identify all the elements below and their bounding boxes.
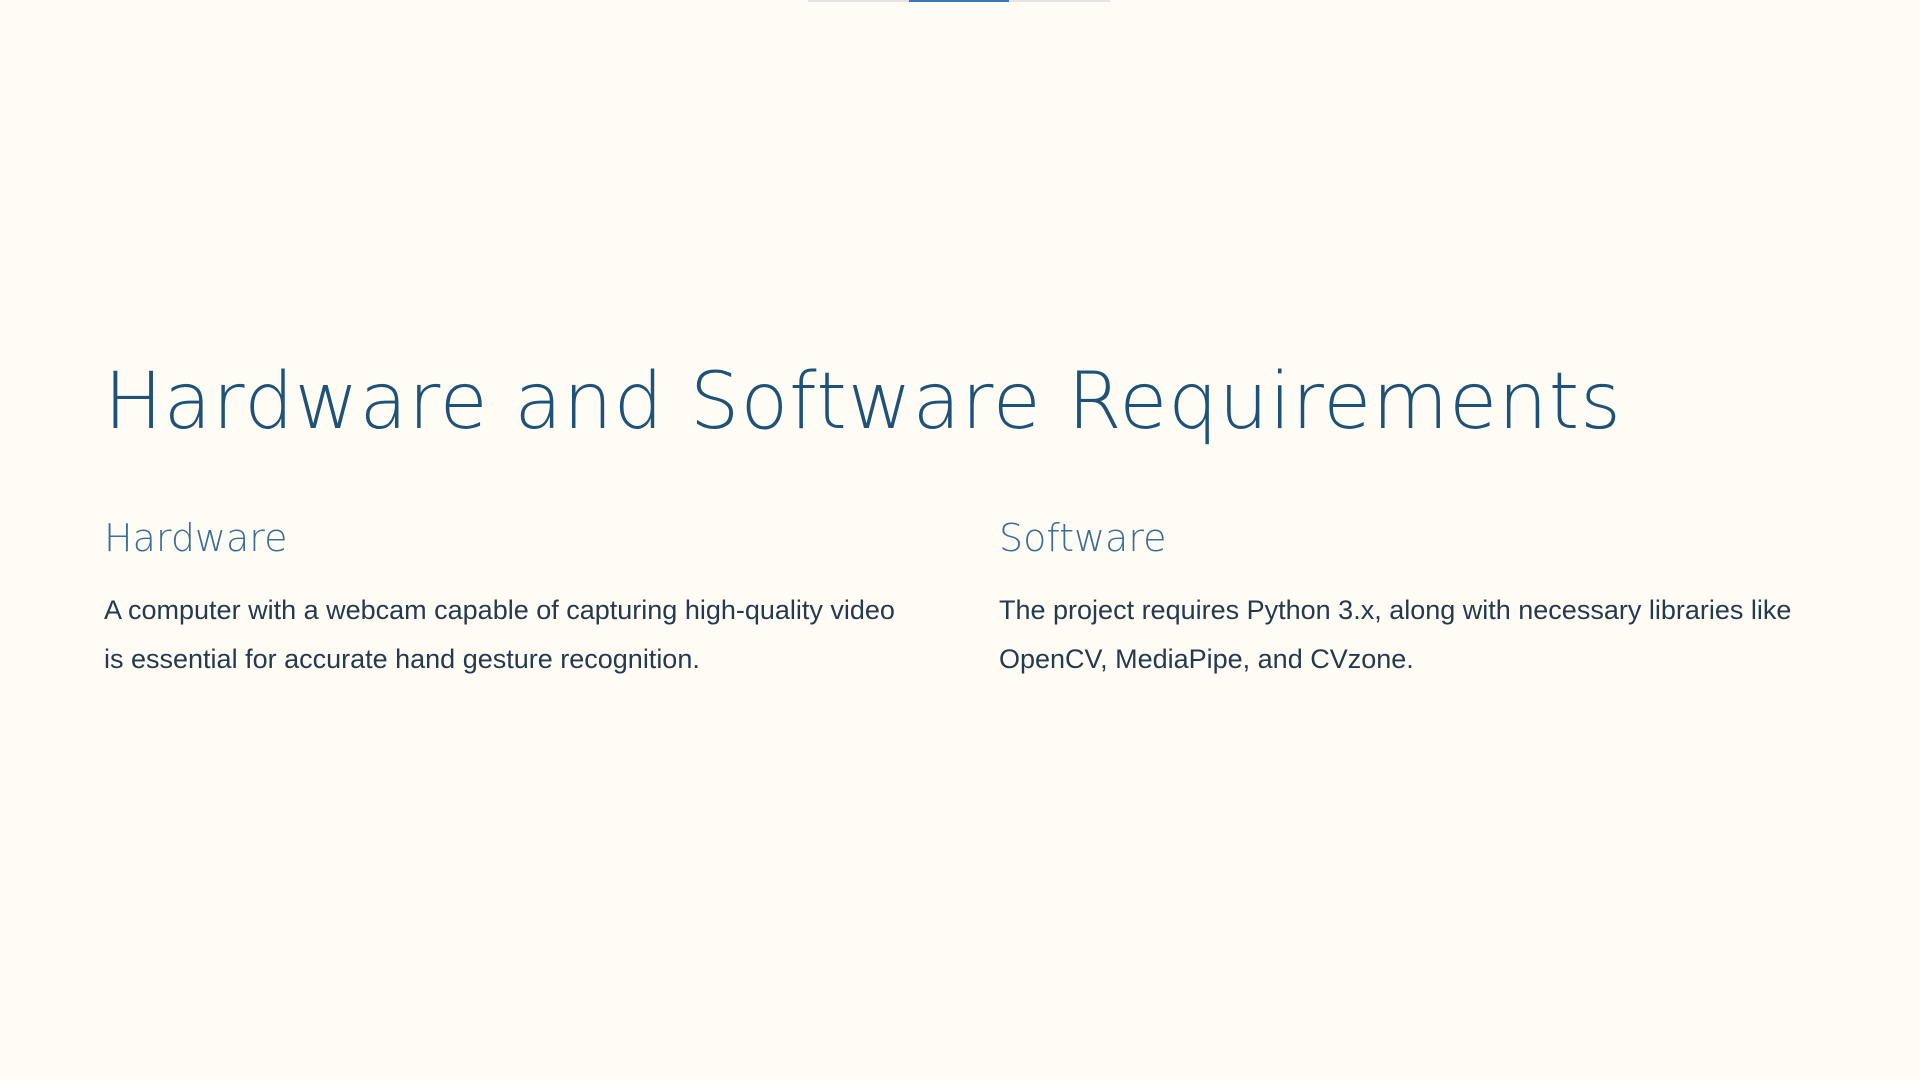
- slide-content: Hardware and Software Requirements Hardw…: [104, 350, 1824, 684]
- progress-segment: [808, 0, 909, 2]
- hardware-heading: Hardware: [104, 516, 288, 560]
- progress-segment: [1009, 0, 1110, 2]
- slide-title: Hardware and Software Requirements: [104, 357, 1622, 447]
- slide-progress-bar: [808, 0, 1110, 2]
- progress-segment-active: [908, 0, 1010, 2]
- software-column: Software The project requires Python 3.x…: [999, 514, 1814, 684]
- software-description: The project requires Python 3.x, along w…: [999, 595, 1792, 674]
- hardware-column: Hardware A computer with a webcam capabl…: [104, 514, 919, 684]
- hardware-description: A computer with a webcam capable of capt…: [104, 595, 895, 674]
- requirements-columns: Hardware A computer with a webcam capabl…: [104, 514, 1824, 684]
- software-heading: Software: [999, 516, 1167, 560]
